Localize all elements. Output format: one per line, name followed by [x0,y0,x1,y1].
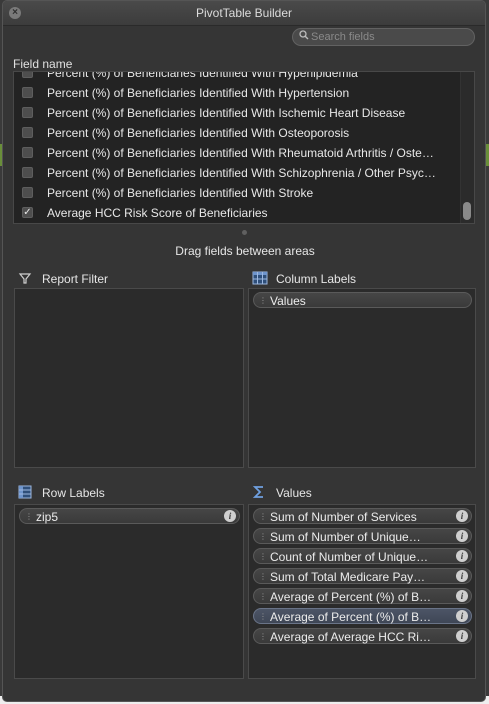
search-icon [299,30,309,43]
pill-label: Sum of Total Medicare Pay… [270,570,426,584]
field-label: Percent (%) of Beneficiaries Identified … [47,106,406,120]
pill-label: Average of Percent (%) of B… [270,610,432,624]
checkbox[interactable] [22,187,33,198]
field-list-item[interactable]: Percent (%) of Beneficiaries Identified … [14,71,462,83]
drag-hint-text: Drag fields between areas [175,244,315,258]
grip-icon[interactable]: ⋮ [259,549,267,564]
value-field-pill[interactable]: ⋮ Average of Average HCC Ri… i [253,628,472,644]
value-field-pill[interactable]: ⋮ Sum of Number of Unique… i [253,528,472,544]
scrollbar-thumb[interactable] [463,202,471,220]
field-list-item[interactable]: ✓ Average HCC Risk Score of Beneficiaries [14,203,462,223]
row-field-pill[interactable]: ⋮ zip5 i [19,508,240,524]
grip-icon[interactable]: ⋮ [259,529,267,544]
pill-label: Count of Number of Unique… [270,550,429,564]
grip-icon[interactable]: ⋮ [259,589,267,604]
checkbox[interactable] [22,107,33,118]
checkbox[interactable] [22,167,33,178]
pill-label: Average of Percent (%) of B… [270,590,432,604]
pill-label: Sum of Number of Unique… [270,530,421,544]
column-labels-icon [252,271,268,285]
field-label: Percent (%) of Beneficiaries Identified … [47,186,314,200]
value-field-pill[interactable]: ⋮ Average of Percent (%) of B… i [253,588,472,604]
value-field-pill[interactable]: ⋮ Sum of Total Medicare Pay… i [253,568,472,584]
grip-icon[interactable]: ⋮ [25,509,33,524]
value-field-pill[interactable]: ⋮ Average of Percent (%) of B… i [253,608,472,624]
field-list-item[interactable]: Percent (%) of Beneficiaries Identified … [14,123,462,143]
info-icon[interactable]: i [456,610,468,622]
grip-icon[interactable]: ⋮ [259,509,267,524]
info-icon[interactable]: i [456,590,468,602]
pill-label: Sum of Number of Services [270,510,417,524]
field-label: Average HCC Risk Score of Beneficiaries [47,206,268,220]
field-list-item[interactable]: Percent (%) of Beneficiaries Identified … [14,83,462,103]
pill-label: zip5 [36,510,59,524]
field-list-scrollbar[interactable] [460,72,474,223]
close-icon[interactable]: × [9,7,21,19]
checkbox[interactable] [22,72,33,78]
field-name-header: Field name [13,57,73,71]
values-area[interactable]: ⋮ Sum of Number of Services i ⋮ Sum of Numbe… [248,504,476,679]
column-labels-area[interactable]: ⋮ Values [248,288,476,468]
report-filter-header: Report Filter [18,271,218,287]
column-labels-header: Column Labels [252,271,472,287]
checkbox[interactable] [22,127,33,138]
pivottable-builder-window: × PivotTable Builder Field name Percent … [2,0,486,702]
field-label: Percent (%) of Beneficiaries Identified … [47,146,434,160]
filter-icon [18,271,32,285]
row-labels-area[interactable]: ⋮ zip5 i [14,504,244,679]
field-label: Percent (%) of Beneficiaries Identified … [47,86,350,100]
field-list-rows: Percent (%) of Beneficiaries Identified … [14,71,462,223]
field-list-item[interactable]: Percent (%) of Beneficiaries Identified … [14,143,462,163]
grip-icon[interactable]: ⋮ [259,293,267,308]
value-field-pill[interactable]: ⋮ Sum of Number of Services i [253,508,472,524]
field-list-item[interactable]: Percent (%) of Beneficiaries Identified … [14,183,462,203]
field-label: Percent (%) of Beneficiaries Identified … [47,126,350,140]
field-label: Percent (%) of Beneficiaries Identified … [47,71,358,80]
grip-icon[interactable]: ⋮ [259,629,267,644]
row-labels-title: Row Labels [42,486,105,500]
values-title: Values [276,486,312,500]
field-list[interactable]: Percent (%) of Beneficiaries Identified … [13,71,475,224]
field-label: Percent (%) of Beneficiaries Identified … [47,166,436,180]
field-list-item[interactable]: Percent (%) of Beneficiaries Identified … [14,103,462,123]
search-field[interactable] [292,28,475,46]
info-icon[interactable]: i [456,510,468,522]
search-input[interactable] [311,30,466,44]
window-title: PivotTable Builder [195,6,293,20]
value-field-pill[interactable]: ⋮ Count of Number of Unique… i [253,548,472,564]
column-field-pill[interactable]: ⋮ Values [253,292,472,308]
grip-icon[interactable]: ⋮ [259,569,267,584]
field-list-item[interactable]: Percent (%) of Beneficiaries Identified … [14,163,462,183]
sigma-icon [252,485,266,499]
checkbox-checked[interactable]: ✓ [22,207,33,218]
info-icon[interactable]: i [224,510,236,522]
pill-label: Values [270,294,306,308]
info-icon[interactable]: i [456,630,468,642]
pill-label: Average of Average HCC Ri… [270,630,431,644]
report-filter-area[interactable] [14,288,244,468]
checkbox[interactable] [22,147,33,158]
info-icon[interactable]: i [456,570,468,582]
info-icon[interactable]: i [456,550,468,562]
values-header: Values [252,485,472,501]
info-icon[interactable]: i [456,530,468,542]
row-labels-icon [18,485,32,499]
splitter-handle[interactable] [242,230,247,235]
report-filter-title: Report Filter [42,272,109,286]
grip-icon[interactable]: ⋮ [259,609,267,624]
checkbox[interactable] [22,87,33,98]
column-labels-title: Column Labels [276,272,357,286]
row-labels-header: Row Labels [18,485,218,501]
title-bar[interactable]: × PivotTable Builder [3,1,485,26]
